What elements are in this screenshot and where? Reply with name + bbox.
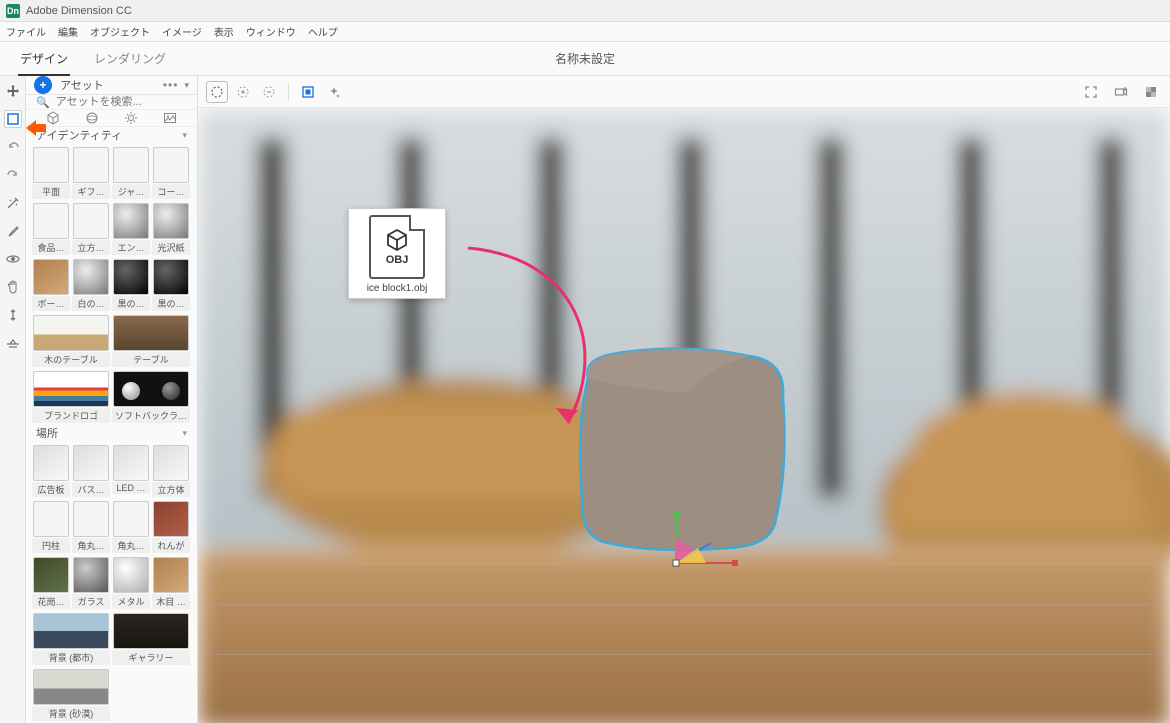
tool-redo[interactable] xyxy=(4,166,22,184)
canvas: OBJ ice block1.obj xyxy=(198,76,1170,723)
asset-grid-identity: 平面 ギフ… ジャ… コー… 食品… 立方… エン… 光沢紙 ボー… 白の… 黒… xyxy=(26,143,197,425)
titlebar: Dn Adobe Dimension CC xyxy=(0,0,1170,22)
tab-render[interactable]: レンダリング xyxy=(92,42,168,75)
asset-panel: + アセット ••• ▾ 🔍 アイデンティティ▾ 平面 ギフ… ジャ… コー… … xyxy=(26,76,198,723)
chevron-down-icon: ▾ xyxy=(182,428,187,439)
asset-filter-row xyxy=(26,110,197,127)
document-title: 名称未設定 xyxy=(555,50,615,67)
search-icon: 🔍 xyxy=(36,96,50,109)
tab-design[interactable]: デザイン xyxy=(18,42,70,75)
tool-strip xyxy=(0,76,26,723)
section-places-header[interactable]: 場所▾ xyxy=(26,425,197,441)
asset-item[interactable]: 木のテーブル xyxy=(32,315,110,367)
tool-undo[interactable] xyxy=(4,138,22,156)
asset-item[interactable]: コー… xyxy=(152,147,190,199)
asset-item[interactable]: 黒の… xyxy=(112,259,150,311)
chevron-down-icon: ▾ xyxy=(182,130,187,141)
menu-window[interactable]: ウィンドウ xyxy=(246,24,296,39)
asset-panel-title: アセット xyxy=(60,77,163,93)
asset-item[interactable]: 平面 xyxy=(32,147,70,199)
asset-item[interactable]: 角丸… xyxy=(72,501,110,553)
tabbar: デザイン レンダリング 名称未設定 xyxy=(0,42,1170,76)
asset-item[interactable]: ボー… xyxy=(32,259,70,311)
menu-file[interactable]: ファイル xyxy=(6,24,46,39)
menu-edit[interactable]: 編集 xyxy=(58,24,78,39)
filter-sphere-icon[interactable] xyxy=(85,111,99,125)
asset-item[interactable]: 立方… xyxy=(72,203,110,255)
menu-view[interactable]: 表示 xyxy=(214,24,234,39)
asset-panel-menu[interactable]: ••• xyxy=(163,78,179,92)
add-asset-button[interactable]: + xyxy=(34,76,52,94)
asset-item[interactable]: 立方体 xyxy=(152,445,190,497)
asset-panel-caret[interactable]: ▾ xyxy=(184,80,189,91)
select-circle-icon[interactable] xyxy=(206,81,228,103)
marquee-icon[interactable] xyxy=(297,81,319,103)
asset-item[interactable]: LED … xyxy=(112,445,150,497)
asset-item[interactable]: 花崗… xyxy=(32,557,70,609)
asset-item[interactable]: ジャ… xyxy=(112,147,150,199)
drag-file-preview: OBJ ice block1.obj xyxy=(348,208,446,299)
menubar: ファイル 編集 オブジェクト イメージ 表示 ウィンドウ ヘルプ xyxy=(0,22,1170,42)
asset-item[interactable]: エン… xyxy=(112,203,150,255)
asset-item[interactable]: 角丸… xyxy=(112,501,150,553)
asset-item[interactable]: メタル xyxy=(112,557,150,609)
menu-image[interactable]: イメージ xyxy=(162,24,202,39)
asset-item[interactable]: 白の… xyxy=(72,259,110,311)
filter-image-icon[interactable] xyxy=(163,111,177,125)
fullscreen-icon[interactable] xyxy=(1080,81,1102,103)
tool-dolly[interactable] xyxy=(4,306,22,324)
tool-orbit[interactable] xyxy=(4,250,22,268)
menu-object[interactable]: オブジェクト xyxy=(90,24,150,39)
asset-item[interactable]: 光沢紙 xyxy=(152,203,190,255)
asset-search-input[interactable] xyxy=(56,96,198,108)
tool-horizon[interactable] xyxy=(4,334,22,352)
asset-item[interactable]: ソフトバックラ… xyxy=(112,371,190,423)
asset-search[interactable]: 🔍 xyxy=(26,95,197,110)
camera-bookmark-icon[interactable] xyxy=(1110,81,1132,103)
viewport[interactable]: OBJ ice block1.obj xyxy=(198,108,1170,723)
asset-item[interactable]: 黒の… xyxy=(152,259,190,311)
tool-select[interactable] xyxy=(4,110,22,128)
render-preview-icon[interactable] xyxy=(1140,81,1162,103)
filter-light-icon[interactable] xyxy=(124,111,138,125)
asset-item[interactable]: 食品… xyxy=(32,203,70,255)
asset-item[interactable]: ギフ… xyxy=(72,147,110,199)
ground-grid xyxy=(198,563,1170,723)
obj-ext-label: OBJ xyxy=(386,254,409,266)
section-identity-header[interactable]: アイデンティティ▾ xyxy=(26,127,197,143)
select-add-icon[interactable] xyxy=(232,81,254,103)
app-icon: Dn xyxy=(6,4,20,18)
obj-file-icon: OBJ xyxy=(369,215,425,279)
asset-item[interactable]: 木目 … xyxy=(152,557,190,609)
tool-pan[interactable] xyxy=(4,278,22,296)
asset-item[interactable]: 円柱 xyxy=(32,501,70,553)
asset-item[interactable]: れんが xyxy=(152,501,190,553)
tool-eyedropper[interactable] xyxy=(4,222,22,240)
select-subtract-icon[interactable] xyxy=(258,81,280,103)
scene-object-ice-block[interactable] xyxy=(568,338,798,558)
asset-item[interactable]: 背景 (都市) xyxy=(32,613,110,665)
auto-icon[interactable] xyxy=(323,81,345,103)
asset-item[interactable]: テーブル xyxy=(112,315,190,367)
asset-item[interactable]: バス… xyxy=(72,445,110,497)
tool-move[interactable] xyxy=(4,82,22,100)
asset-item[interactable]: ガラス xyxy=(72,557,110,609)
asset-item[interactable]: 背景 (砂漠) xyxy=(32,669,110,721)
asset-item[interactable]: 広告板 xyxy=(32,445,70,497)
canvas-toolbar xyxy=(198,76,1170,108)
tool-wand[interactable] xyxy=(4,194,22,212)
app-title: Adobe Dimension CC xyxy=(26,5,132,17)
asset-item[interactable]: ギャラリー xyxy=(112,613,190,665)
drag-file-name: ice block1.obj xyxy=(353,283,441,294)
filter-cube-icon[interactable] xyxy=(46,111,60,125)
asset-grid-places: 広告板 バス… LED … 立方体 円柱 角丸… 角丸… れんが 花崗… ガラス… xyxy=(26,441,197,723)
asset-item[interactable]: ブランドロゴ xyxy=(32,371,110,423)
menu-help[interactable]: ヘルプ xyxy=(308,24,338,39)
